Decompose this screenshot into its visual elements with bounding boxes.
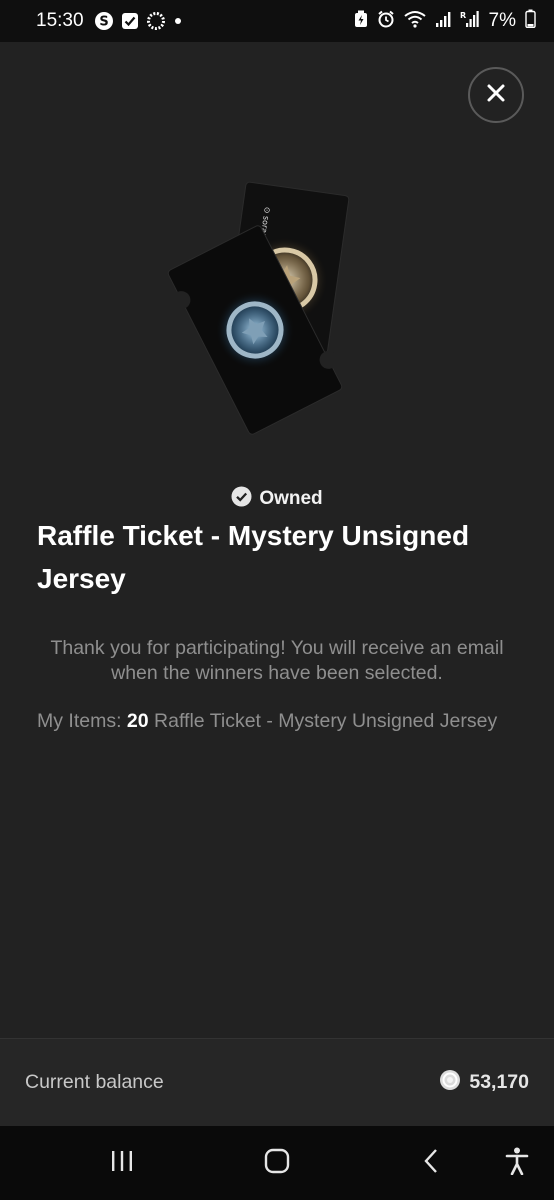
back-button[interactable] [412,1146,452,1180]
my-items-count: 20 [126,710,149,732]
owned-label: Owned [259,488,323,509]
battery-icon [525,9,536,33]
status-bar: 15:30 S R 7% [0,0,554,42]
recent-apps-button[interactable] [102,1146,142,1180]
battery-saver-icon [354,10,368,33]
owned-badge: Owned [0,486,554,512]
balance-bar: Current balance 53,170 [0,1038,554,1126]
recent-apps-icon [109,1149,135,1178]
balance-amount: 53,170 [469,1071,529,1093]
raffle-ticket-image: ⊙ sorare [167,181,350,435]
s-icon: S [94,11,114,31]
svg-text:R: R [460,11,466,20]
battery-percent: 7% [488,10,516,31]
accessibility-button[interactable] [497,1146,537,1180]
close-icon [486,83,506,108]
balance-value: 53,170 [439,1069,529,1096]
alarm-icon [377,10,395,33]
my-items-name: Raffle Ticket - Mystery Unsigned Jersey [148,710,498,732]
system-nav-bar [0,1126,554,1200]
close-button[interactable] [468,67,524,123]
my-items-prefix: My Items: [37,710,127,732]
status-time: 15:30 [36,10,84,31]
signal-r-icon: R [460,10,480,33]
accessibility-icon [505,1147,529,1180]
coin-icon [439,1069,461,1096]
item-title: Raffle Ticket - Mystery Unsigned Jersey [37,520,470,594]
dot-icon [173,16,183,26]
check-circle-icon [231,486,252,512]
check-box-icon [121,12,139,30]
balance-label: Current balance [25,1071,164,1093]
loading-circle-icon [146,11,166,31]
my-items-summary: My Items: 20 Raffle Ticket - Mystery Uns… [37,703,507,740]
signal-icon [435,10,451,33]
back-icon [422,1148,442,1179]
wifi-icon [403,10,426,33]
home-icon [264,1148,290,1179]
home-button[interactable] [257,1146,297,1180]
participation-message: Thank you for participating! You will re… [50,637,504,684]
svg-text:S: S [99,15,108,30]
